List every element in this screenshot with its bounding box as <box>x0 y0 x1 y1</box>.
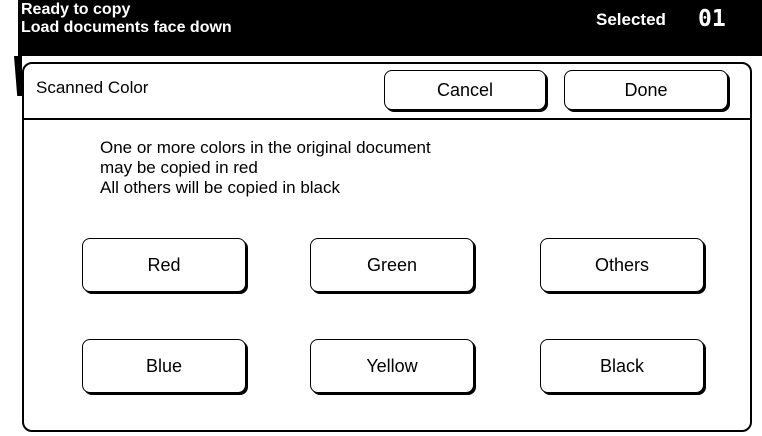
dialog-title: Scanned Color <box>36 78 149 97</box>
selected-label: Selected <box>596 10 666 29</box>
message-line: All others will be copied in black <box>100 178 341 197</box>
color-red-button[interactable]: Red <box>82 238 246 292</box>
selected-count: 01 <box>698 6 726 32</box>
color-blue-button[interactable]: Blue <box>82 339 246 393</box>
color-black-button[interactable]: Black <box>540 339 704 393</box>
message-line: may be copied in red <box>100 158 258 177</box>
message-line: One or more colors in the original docum… <box>100 138 431 157</box>
dialog-message: One or more colors in the original docum… <box>100 138 431 198</box>
color-green-button[interactable]: Green <box>310 238 474 292</box>
scanned-color-dialog: Scanned Color Cancel Done One or more co… <box>22 62 752 432</box>
done-button[interactable]: Done <box>564 70 728 110</box>
color-others-button[interactable]: Others <box>540 238 704 292</box>
color-yellow-button[interactable]: Yellow <box>310 339 474 393</box>
status-ready-text: Ready to copy <box>21 1 131 18</box>
status-bar: Ready to copy Load documents face down S… <box>18 0 762 56</box>
panel-tab-marker <box>14 56 22 96</box>
status-load-instructions: Load documents face down <box>21 19 232 36</box>
cancel-button[interactable]: Cancel <box>384 70 546 110</box>
dialog-header-divider <box>24 118 750 120</box>
